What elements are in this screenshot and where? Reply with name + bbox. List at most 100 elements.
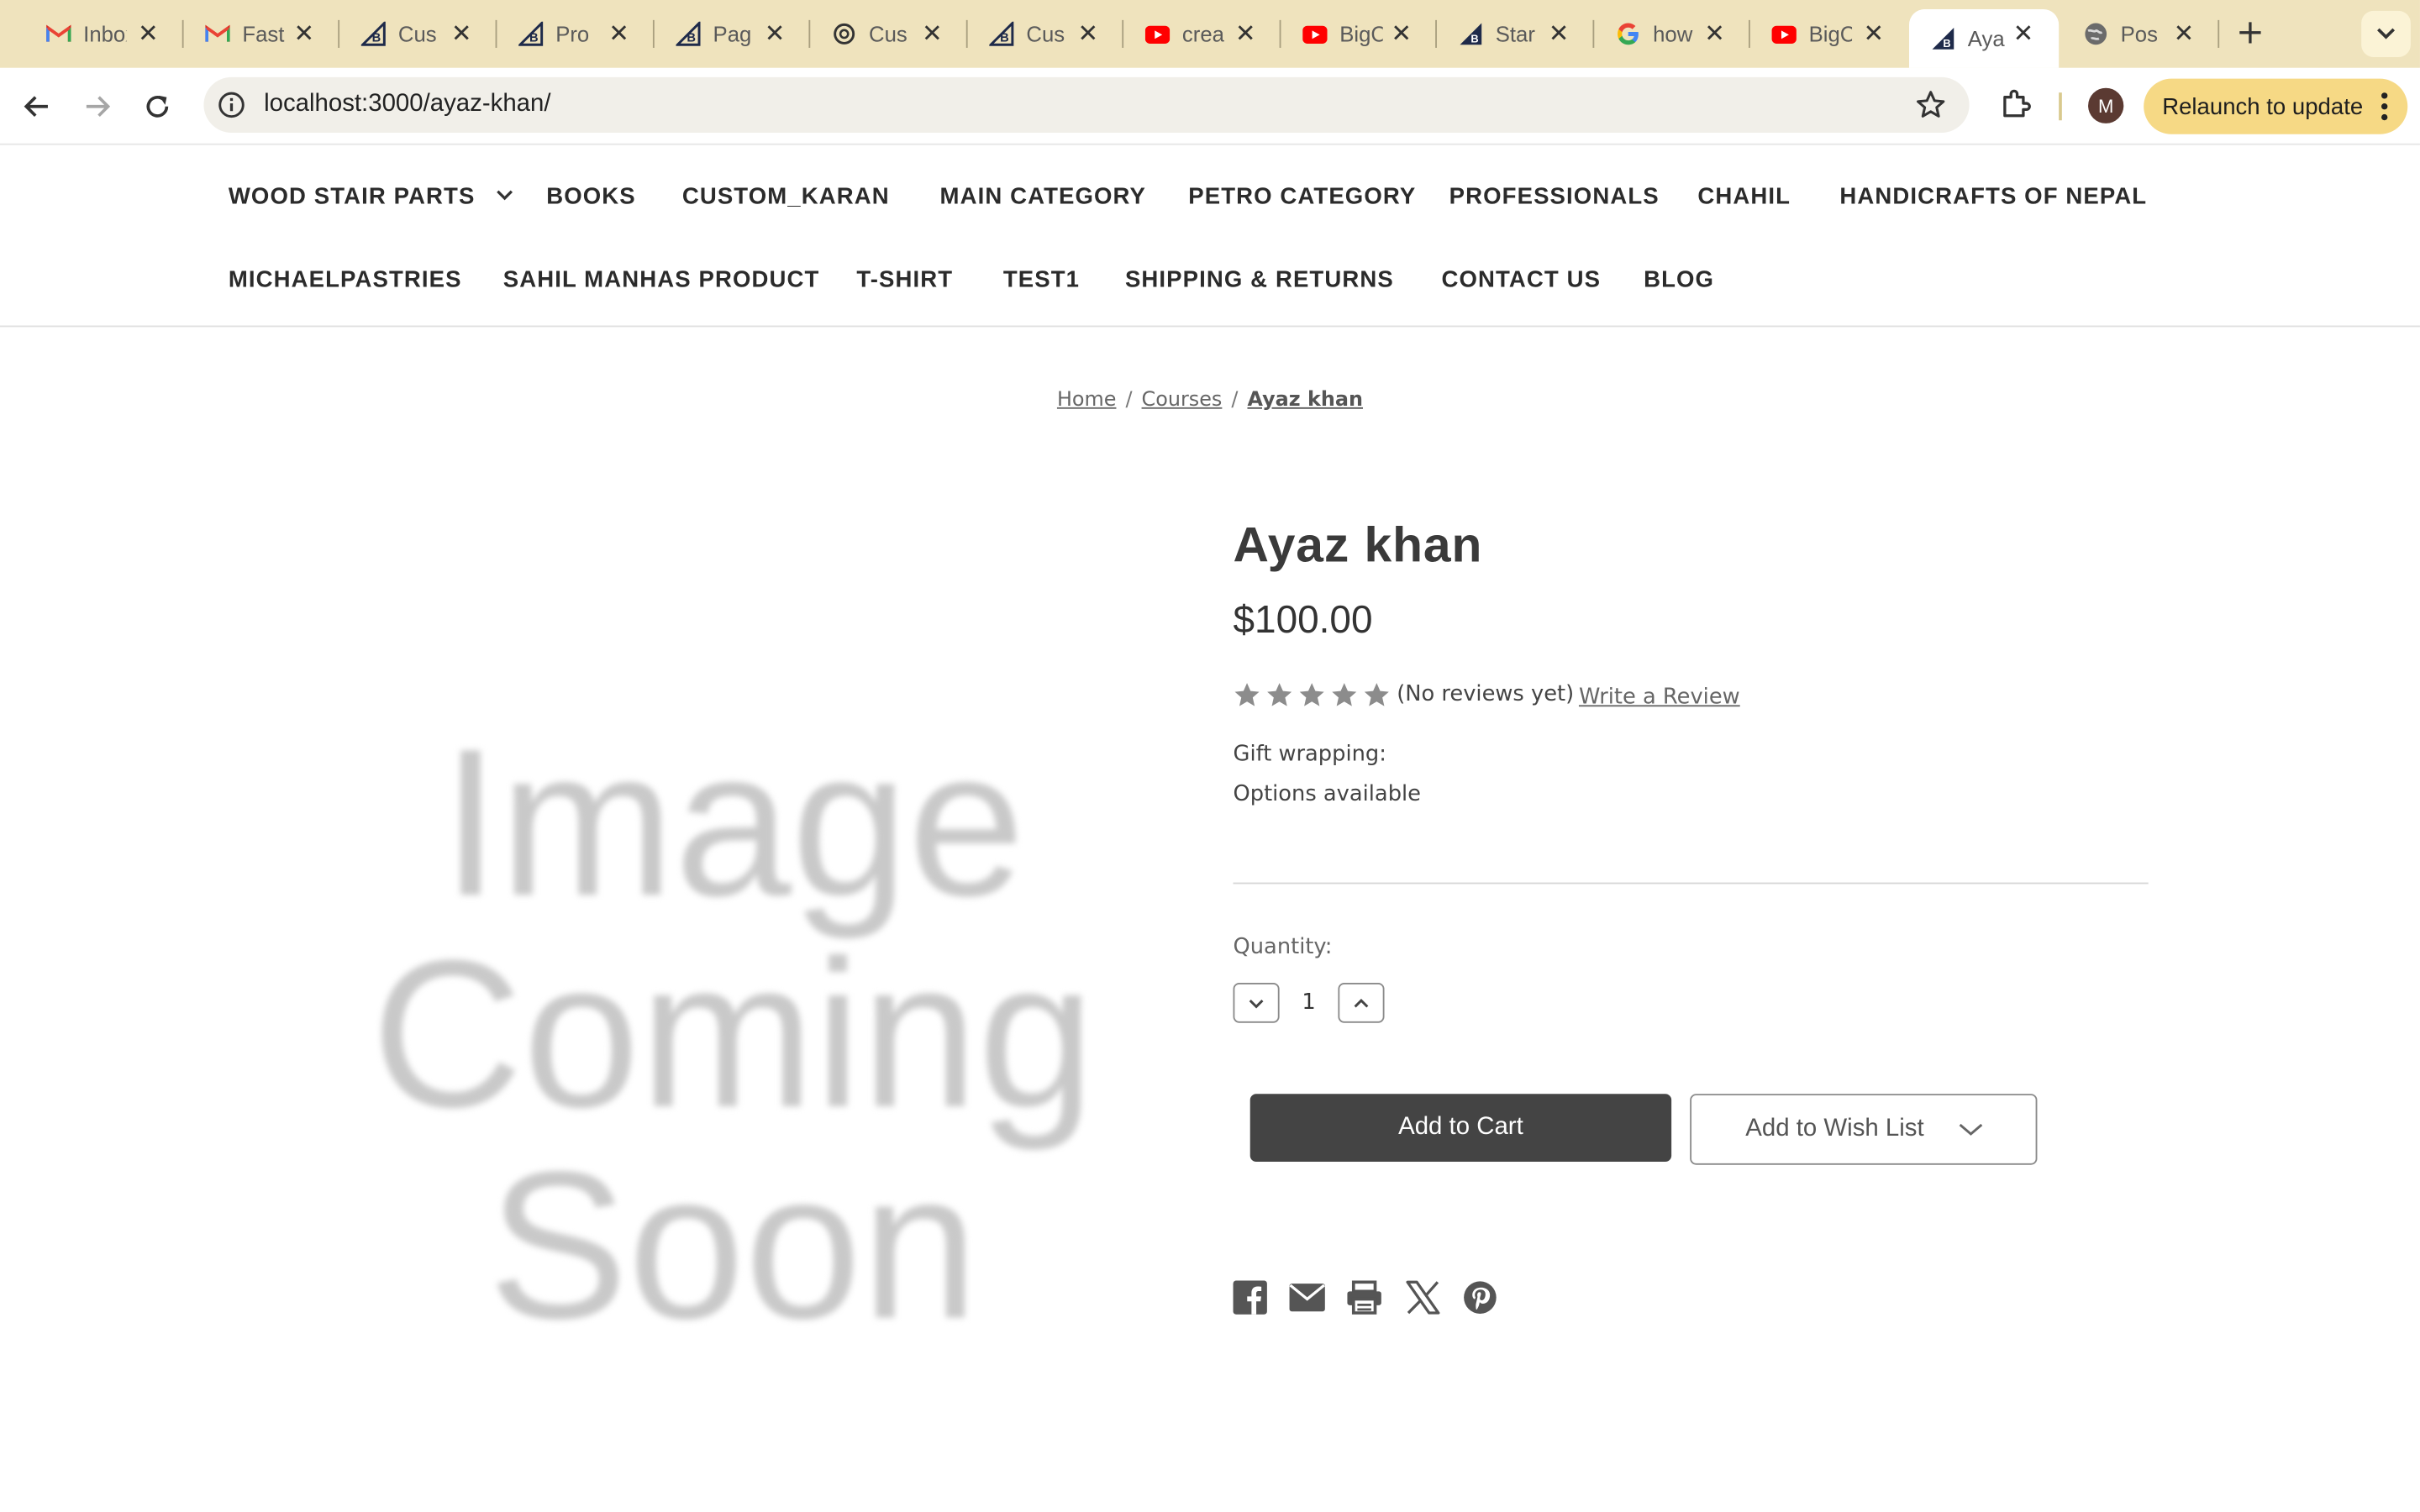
browser-tab[interactable]: B Star ✕	[1437, 9, 1595, 59]
gmail-icon	[205, 22, 230, 46]
close-tab-icon[interactable]: ✕	[1545, 18, 1573, 50]
close-tab-icon[interactable]: ✕	[1387, 18, 1415, 50]
nav-item-main-category[interactable]: MAIN CATEGORY	[940, 184, 1146, 210]
close-tab-icon[interactable]: ✕	[605, 18, 633, 50]
nav-item-chahil[interactable]: CHAHIL	[1697, 184, 1791, 210]
quantity-increase-button[interactable]	[1338, 982, 1385, 1023]
close-tab-icon[interactable]: ✕	[1232, 18, 1260, 50]
close-tab-icon[interactable]: ✕	[918, 18, 946, 50]
product-title: Ayaz khan	[1233, 517, 1483, 573]
svg-text:B: B	[687, 32, 696, 45]
tab-title: Fast	[242, 21, 285, 47]
back-button[interactable]	[17, 87, 57, 127]
placeholder-line: Coming	[371, 916, 1095, 1152]
browser-tab[interactable]: crea ✕	[1123, 9, 1281, 59]
relaunch-button[interactable]: Relaunch to update	[2144, 78, 2408, 134]
chevron-down-icon	[1249, 999, 1264, 1008]
url-text[interactable]: localhost:3000/ayaz-khan/	[264, 91, 550, 118]
write-review-link[interactable]: Write a Review	[1579, 685, 1740, 709]
rating-stars	[1234, 682, 1391, 708]
close-tab-icon[interactable]: ✕	[1860, 18, 1887, 50]
tab-title: Pag	[713, 21, 752, 47]
breadcrumb-home[interactable]: Home	[1057, 389, 1117, 412]
browser-tab[interactable]: B Cus ✕	[968, 9, 1124, 59]
browser-tab[interactable]: Cus ✕	[810, 9, 968, 59]
browser-tab[interactable]: B Aya ✕	[1908, 9, 2060, 68]
tab-title: BigC	[1808, 21, 1853, 47]
nav-item-wood-stair-parts[interactable]: WOOD STAIR PARTS	[229, 184, 513, 210]
tab-title: Cus	[1026, 21, 1065, 47]
nav-item-shipping-returns[interactable]: SHIPPING & RETURNS	[1125, 267, 1394, 293]
nav-item-michaelpastries[interactable]: MICHAELPASTRIES	[229, 267, 462, 293]
quantity-decrease-button[interactable]	[1233, 982, 1280, 1023]
placeholder-line: Soon	[487, 1127, 979, 1362]
reload-button[interactable]	[137, 87, 177, 127]
browser-tab[interactable]: how ✕	[1594, 9, 1750, 59]
close-tab-icon[interactable]: ✕	[1074, 18, 1102, 50]
star-icon	[1234, 683, 1260, 706]
nav-item-handicrafts-of-nepal[interactable]: HANDICRAFTS OF NEPAL	[1839, 184, 2147, 210]
browser-toolbar: localhost:3000/ayaz-khan/ M Relaunch to …	[0, 67, 2420, 145]
add-to-wishlist-button[interactable]: Add to Wish List	[1690, 1094, 2038, 1165]
browser-tab[interactable]: B Cus ✕	[339, 9, 497, 59]
browser-tab[interactable]: Pos ✕	[2062, 9, 2220, 59]
chatgpt-icon	[832, 22, 856, 46]
nav-item-sahil-manhas-product[interactable]: SAHIL MANHAS PRODUCT	[503, 267, 820, 293]
chevron-down-icon	[496, 190, 513, 201]
bookmark-star-icon[interactable]	[1914, 88, 1948, 122]
tab-search-button[interactable]	[2361, 10, 2411, 57]
profile-avatar[interactable]: M	[2088, 87, 2124, 123]
svg-text:B: B	[1943, 37, 1950, 50]
browser-tab[interactable]: BigC ✕	[1750, 9, 1909, 59]
product-image-placeholder[interactable]: Image Coming Soon	[371, 717, 1096, 1352]
star-icon	[1332, 683, 1357, 706]
nav-item-professionals[interactable]: PROFESSIONALS	[1449, 184, 1660, 210]
youtube-icon	[1144, 22, 1171, 46]
nav-item-books[interactable]: BOOKS	[546, 184, 636, 210]
close-tab-icon[interactable]: ✕	[2170, 18, 2197, 50]
bigcommerce-icon: B	[989, 21, 1014, 46]
email-icon[interactable]	[1289, 1279, 1326, 1316]
close-tab-icon[interactable]: ✕	[2009, 18, 2037, 50]
facebook-icon[interactable]	[1232, 1279, 1269, 1316]
address-bar[interactable]: localhost:3000/ayaz-khan/	[203, 76, 1970, 133]
quantity-input[interactable]: 1	[1290, 990, 1327, 1015]
breadcrumb-separator: /	[1125, 388, 1133, 412]
new-tab-button[interactable]: +	[2232, 14, 2269, 53]
extensions-puzzle-icon[interactable]	[1997, 87, 2034, 123]
nav-item-contact-us[interactable]: CONTACT US	[1441, 267, 1601, 293]
browser-tab[interactable]: Inbox ✕	[24, 9, 184, 59]
breadcrumb-courses[interactable]: Courses	[1142, 389, 1223, 412]
nav-item-t-shirt[interactable]: T-SHIRT	[856, 267, 953, 293]
youtube-icon	[1771, 22, 1797, 46]
add-to-cart-button[interactable]: Add to Cart	[1249, 1094, 1672, 1163]
close-tab-icon[interactable]: ✕	[1701, 18, 1728, 50]
x-icon[interactable]	[1404, 1279, 1441, 1316]
divider	[1233, 882, 2149, 885]
browser-tab[interactable]: Fast ✕	[184, 9, 340, 59]
nav-item-custom-karan[interactable]: CUSTOM_KARAN	[682, 184, 890, 210]
nav-item-test1[interactable]: TEST1	[1003, 267, 1080, 293]
nav-item-blog[interactable]: BLOG	[1644, 267, 1714, 293]
tab-separator	[2217, 19, 2220, 48]
site-info-icon[interactable]	[216, 90, 247, 121]
close-tab-icon[interactable]: ✕	[290, 18, 318, 50]
close-tab-icon[interactable]: ✕	[760, 18, 788, 50]
print-icon[interactable]	[1346, 1279, 1383, 1316]
reload-icon	[146, 95, 169, 118]
tab-title: Cus	[869, 21, 908, 47]
product-price: $100.00	[1233, 598, 1373, 643]
browser-tab[interactable]: BigC ✕	[1281, 9, 1437, 59]
tab-title: Aya	[1967, 26, 2005, 51]
pinterest-icon[interactable]	[1461, 1279, 1498, 1316]
close-tab-icon[interactable]: ✕	[448, 18, 476, 50]
nav-item-petro-category[interactable]: PETRO CATEGORY	[1188, 184, 1416, 210]
google-icon	[1616, 22, 1640, 46]
star-icon	[1364, 683, 1389, 706]
close-tab-icon[interactable]: ✕	[134, 18, 162, 50]
breadcrumb-current[interactable]: Ayaz khan	[1247, 389, 1363, 412]
bigcommerce-icon: B	[676, 21, 701, 46]
browser-tab[interactable]: B Pro ✕	[497, 9, 655, 59]
forward-button[interactable]	[77, 87, 118, 127]
browser-tab[interactable]: B Pag ✕	[655, 9, 811, 59]
